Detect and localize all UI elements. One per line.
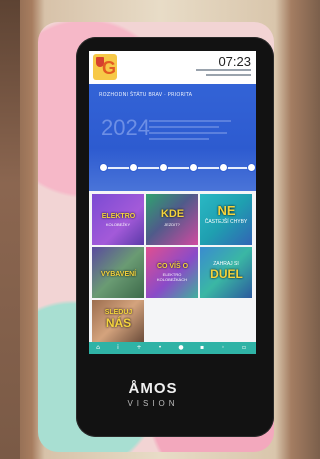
- settings-icon[interactable]: •: [157, 345, 163, 351]
- tile-label: NE: [217, 203, 236, 218]
- location-icon[interactable]: ●: [178, 345, 184, 351]
- message-icon[interactable]: ▫: [241, 345, 247, 351]
- timeline-dot[interactable]: [99, 163, 108, 172]
- description-line: [149, 138, 209, 140]
- tile-sub: ELEKTRO KOLOBEŽKÁCH: [156, 272, 187, 282]
- tile-sleduj[interactable]: SLEDUJ NÁS: [92, 300, 144, 342]
- hero-section: ROZHODNI ŠTÁTU BRAV · PRIORITA 2024: [89, 84, 256, 191]
- description-line: [149, 120, 231, 122]
- timeline-dot[interactable]: [219, 163, 228, 172]
- tile-vybaveni[interactable]: VYBAVENÍ: [92, 247, 144, 298]
- tile-label: CO VÍŠ O: [156, 263, 189, 270]
- logo-letter: G: [102, 58, 117, 78]
- breadcrumb: ROZHODNI ŠTÁTU BRAV · PRIORITA: [99, 92, 193, 98]
- tile-elektro[interactable]: ELEKTRO KOLOBEŽKY: [92, 194, 144, 245]
- description-line: [149, 132, 227, 134]
- date-line: [196, 69, 251, 71]
- timeline[interactable]: [101, 167, 251, 169]
- home-icon[interactable]: ⌂: [95, 345, 101, 351]
- accessibility-icon[interactable]: ◦: [220, 345, 226, 351]
- brand-subtitle: VISION: [127, 399, 179, 408]
- year-heading: 2024: [101, 115, 150, 140]
- tile-label: NÁS: [105, 316, 132, 330]
- tile-empty: [146, 300, 254, 342]
- timeline-dot[interactable]: [247, 163, 256, 172]
- bottom-nav: ⌂ i + • ● ▪ ◦ ▫: [89, 342, 256, 354]
- kiosk-screen: G 07:23 ROZHODNI ŠTÁTU BRAV · PRIORITA 2…: [89, 51, 256, 354]
- date-line: [206, 74, 251, 76]
- tile-label: SLEDUJ: [104, 309, 133, 316]
- description-line: [149, 126, 219, 128]
- plus-icon[interactable]: +: [136, 345, 142, 351]
- top-bar: G 07:23: [89, 51, 256, 84]
- grid-icon[interactable]: ▪: [199, 345, 205, 351]
- clock: 07:23: [218, 54, 251, 69]
- tile-kde[interactable]: KDE JEZDIT?: [146, 194, 198, 245]
- tile-duel[interactable]: ZAHRAJ SI DUEL: [200, 247, 252, 298]
- brand-logo: ÅMOS: [128, 380, 178, 397]
- tile-label: DUEL: [210, 267, 243, 281]
- tile-label: VYBAVENÍ: [100, 271, 137, 278]
- timeline-dot[interactable]: [189, 163, 198, 172]
- tile-sub: ČASTEJŠÍ CHYBY: [204, 219, 248, 225]
- tile-sub: JEZDIT?: [164, 222, 180, 227]
- info-icon[interactable]: i: [115, 345, 121, 351]
- tile-label: KDE: [160, 208, 185, 220]
- city-logo[interactable]: G: [93, 54, 117, 80]
- timeline-dot[interactable]: [159, 163, 168, 172]
- tile-label: ELEKTRO: [101, 213, 136, 220]
- timeline-dot[interactable]: [129, 163, 138, 172]
- tile-ne[interactable]: NE ČASTEJŠÍ CHYBY: [200, 194, 252, 245]
- tile-grid: ELEKTRO KOLOBEŽKY KDE JEZDIT? NE ČASTEJŠ…: [92, 194, 254, 342]
- tile-co-vis[interactable]: CO VÍŠ O ELEKTRO KOLOBEŽKÁCH: [146, 247, 198, 298]
- tile-sub: KOLOBEŽKY: [105, 222, 131, 227]
